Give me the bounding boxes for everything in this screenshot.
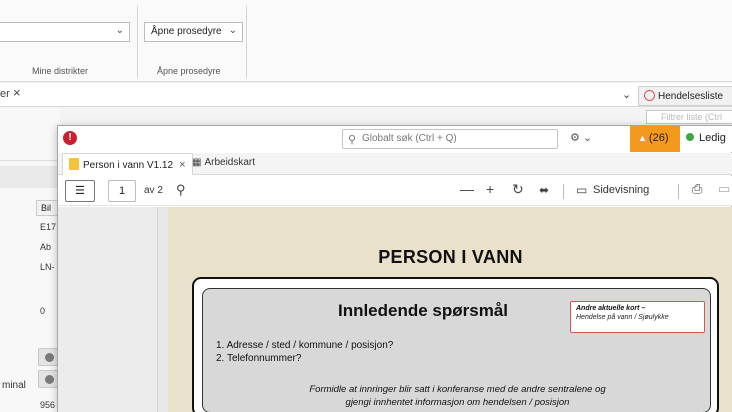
remove-icon <box>45 353 54 362</box>
tab-person-i-vann[interactable]: Person i vann V1.12 × <box>62 153 193 175</box>
status-selector[interactable]: Ledig⌄ <box>686 132 732 144</box>
page-number-input[interactable]: 1 <box>108 180 136 202</box>
instruction-note: Formidle at innringer blir satt i konfer… <box>203 383 712 409</box>
app-logo-icon: ! <box>63 131 77 145</box>
global-search-placeholder: Globalt søk (Ctrl + Q) <box>362 133 457 144</box>
fit-width-icon[interactable]: ⬌ <box>539 183 549 197</box>
pdf-toolbar: ☰ 1 av 2 ⚲ — + ↻ ⬌ ▭ Sidevisning ⎙ ▭ <box>58 176 732 206</box>
question-item: 1. Adresse / sted / kommune / posisjon? <box>216 340 394 351</box>
filter-input[interactable]: Filtrer liste (Ctrl <box>646 110 732 124</box>
notification-button[interactable]: ▲ (26) <box>630 126 680 152</box>
district-group-label: Mine distrikter <box>32 66 89 76</box>
remove-icon <box>45 375 54 384</box>
tab-label: Arbeidskart <box>204 157 256 168</box>
pdf-page: PERSON I VANN Innledende spørsmål Andre … <box>168 207 732 412</box>
rotate-icon[interactable]: ↻ <box>512 181 524 198</box>
list-icon: ☰ <box>75 185 85 197</box>
search-icon[interactable]: ⚲ <box>176 182 186 198</box>
chevron-down-icon: ⌄ <box>228 25 237 36</box>
map-icon: ▦ <box>192 157 202 168</box>
title-bar: ! ⚲ Globalt søk (Ctrl + Q) ⚙ ⌄ ▲ (26) Led… <box>58 126 732 152</box>
list-cell: E17 <box>40 222 57 232</box>
partial-tab-label[interactable]: er <box>0 88 10 100</box>
question-list: 1. Adresse / sted / kommune / posisjon? … <box>216 339 393 365</box>
district-dropdown[interactable]: ⌄ <box>0 22 130 42</box>
bell-icon: ▲ <box>638 133 647 143</box>
background-list-panel: Bil E17 Ab LN- 0 minal 956 <box>0 108 60 412</box>
toolbar-divider <box>678 184 679 199</box>
search-icon: ⚲ <box>348 134 357 146</box>
list-cell: 956 <box>40 400 56 410</box>
list-cell: LN- <box>40 262 55 272</box>
global-search-input[interactable]: ⚲ Globalt søk (Ctrl + Q) <box>342 129 558 149</box>
status-label: Ledig <box>699 132 726 144</box>
question-item: 2. Telefonnummer? <box>216 353 302 364</box>
page-total: av 2 <box>144 185 163 196</box>
card-section: Innledende spørsmål Andre aktuelle kort … <box>202 288 711 412</box>
ribbon-divider <box>246 6 247 78</box>
chevron-down-icon[interactable]: ⌄ <box>622 88 631 101</box>
list-cell: 0 <box>40 306 46 316</box>
notification-count: (26) <box>648 132 669 144</box>
print-icon[interactable]: ⎙ <box>692 181 702 197</box>
list-subheader <box>0 166 60 188</box>
tab-hendelsesliste-label: Hendelsesliste <box>658 91 724 102</box>
other-cards-items: Hendelse på vann / Sjøulykke <box>576 314 669 321</box>
close-icon[interactable]: × <box>13 85 21 100</box>
toolbar-divider <box>563 184 564 199</box>
save-icon[interactable]: ▭ <box>718 181 730 197</box>
document-tabs: Person i vann V1.12 × ▦ Arbeidskart <box>58 153 732 175</box>
settings-menu-icon[interactable]: ⚙ ⌄ <box>570 131 592 144</box>
background-ribbon: ⌄ Mine distrikter Åpne prosedyre ⌄ Åpne … <box>0 0 732 82</box>
document-title: PERSON I VANN <box>378 247 523 267</box>
toc-toggle-button[interactable]: ☰ <box>65 180 95 202</box>
zoom-in-icon[interactable]: + <box>486 181 494 197</box>
list-cell: Ab <box>40 242 52 252</box>
ribbon-divider <box>137 6 138 78</box>
document-area: PERSON I VANN Innledende spørsmål Andre … <box>58 207 732 412</box>
chevron-down-icon: ⌄ <box>115 25 124 36</box>
page-view-icon: ▭ <box>576 183 588 197</box>
status-dot-icon <box>686 133 694 141</box>
procedure-group-label: Åpne prosedyre <box>157 66 221 76</box>
procedure-dropdown[interactable]: Åpne prosedyre ⌄ <box>144 22 243 42</box>
zoom-out-icon[interactable]: — <box>460 181 474 197</box>
card-outer-frame: Innledende spørsmål Andre aktuelle kort … <box>192 277 719 412</box>
background-tabrow: er × ⌄ <box>0 83 732 107</box>
tab-arbeidskart[interactable]: ▦ Arbeidskart <box>186 153 261 175</box>
document-window: ! ⚲ Globalt søk (Ctrl + Q) ⚙ ⌄ ▲ (26) Led… <box>57 125 732 412</box>
other-cards-title: Andre aktuelle kort – <box>576 305 646 312</box>
tab-label: Person i vann V1.12 <box>83 160 174 171</box>
close-icon[interactable]: × <box>179 159 185 171</box>
divider <box>0 160 60 161</box>
procedure-dropdown-label: Åpne prosedyre <box>151 26 222 37</box>
other-cards-box: Andre aktuelle kort – Hendelse på vann /… <box>570 301 705 333</box>
list-label: minal <box>2 380 26 391</box>
thumbnail-panel <box>58 207 158 412</box>
note-line: Formidle at innringer blir satt i konfer… <box>309 384 606 395</box>
alert-icon <box>644 90 655 101</box>
pdf-file-icon <box>69 158 79 170</box>
tab-hendelsesliste[interactable]: Hendelsesliste <box>638 86 732 106</box>
note-line: gjengi innhentet informasjon om hendelse… <box>345 397 570 408</box>
page-view-button[interactable]: Sidevisning <box>593 184 649 196</box>
